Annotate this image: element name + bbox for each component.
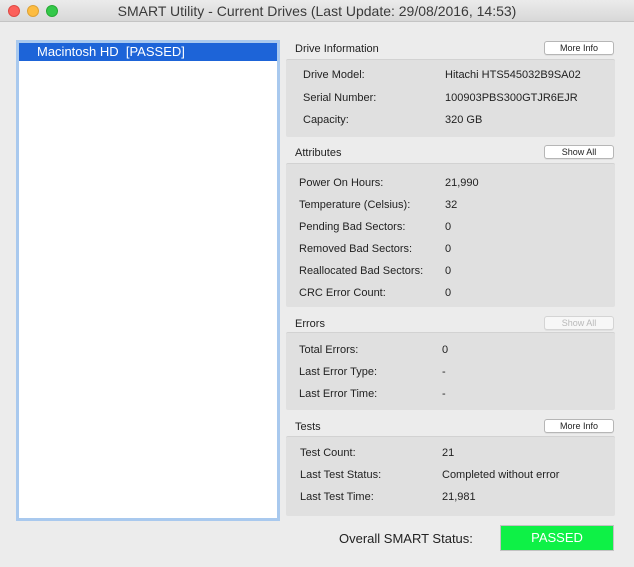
removed-bad-sectors-label: Removed Bad Sectors: xyxy=(299,243,413,255)
capacity-label: Capacity: xyxy=(303,114,349,126)
attributes-show-all-button[interactable]: Show All xyxy=(544,145,614,159)
last-error-time-label: Last Error Time: xyxy=(299,388,378,400)
last-test-time-value: 21,981 xyxy=(442,491,476,503)
power-on-hours-label: Power On Hours: xyxy=(299,177,384,189)
power-on-hours-value: 21,990 xyxy=(445,177,479,189)
pending-bad-sectors-value: 0 xyxy=(445,221,452,233)
last-error-type-label: Last Error Type: xyxy=(299,366,378,378)
capacity-value: 320 GB xyxy=(445,114,483,126)
drive-model-label: Drive Model: xyxy=(303,69,365,81)
last-error-type-value: - xyxy=(442,366,446,378)
pending-bad-sectors-label: Pending Bad Sectors: xyxy=(299,221,406,233)
drive-model-value: Hitachi HTS545032B9SA02 xyxy=(445,69,581,81)
overall-smart-status-label: Overall SMART Status: xyxy=(339,531,473,546)
drive-list[interactable]: Macintosh HD [PASSED] xyxy=(16,40,280,521)
last-test-status-label: Last Test Status: xyxy=(300,469,382,481)
crc-error-count-value: 0 xyxy=(445,287,452,299)
reallocated-bad-sectors-value: 0 xyxy=(445,265,452,277)
last-error-time-value: - xyxy=(442,388,446,400)
errors-show-all-button[interactable]: Show All xyxy=(544,316,614,330)
crc-error-count-label: CRC Error Count: xyxy=(299,287,386,299)
test-count-label: Test Count: xyxy=(300,447,356,459)
overall-smart-status-badge: PASSED xyxy=(500,525,614,551)
title-bar: SMART Utility - Current Drives (Last Upd… xyxy=(0,0,634,22)
smart-utility-window: SMART Utility - Current Drives (Last Upd… xyxy=(0,0,634,567)
last-test-status-value: Completed without error xyxy=(442,469,560,481)
attributes-heading: Attributes xyxy=(295,147,342,159)
reallocated-bad-sectors-label: Reallocated Bad Sectors: xyxy=(299,265,424,277)
total-errors-label: Total Errors: xyxy=(299,344,359,356)
serial-number-label: Serial Number: xyxy=(303,92,377,104)
total-errors-value: 0 xyxy=(442,344,449,356)
last-test-time-label: Last Test Time: xyxy=(300,491,374,503)
window-title: SMART Utility - Current Drives (Last Upd… xyxy=(117,3,517,19)
tests-more-info-button[interactable]: More Info xyxy=(544,419,614,433)
serial-number-value: 100903PBS300GTJR6EJR xyxy=(445,92,578,104)
errors-heading: Errors xyxy=(295,318,325,330)
removed-bad-sectors-value: 0 xyxy=(445,243,452,255)
tests-heading: Tests xyxy=(295,421,321,433)
drive-list-item[interactable]: Macintosh HD [PASSED] xyxy=(19,43,277,61)
temperature-label: Temperature (Celsius): xyxy=(299,199,411,211)
temperature-value: 32 xyxy=(445,199,458,211)
test-count-value: 21 xyxy=(442,447,455,459)
drive-info-more-info-button[interactable]: More Info xyxy=(544,41,614,55)
drive-information-heading: Drive Information xyxy=(295,43,379,55)
